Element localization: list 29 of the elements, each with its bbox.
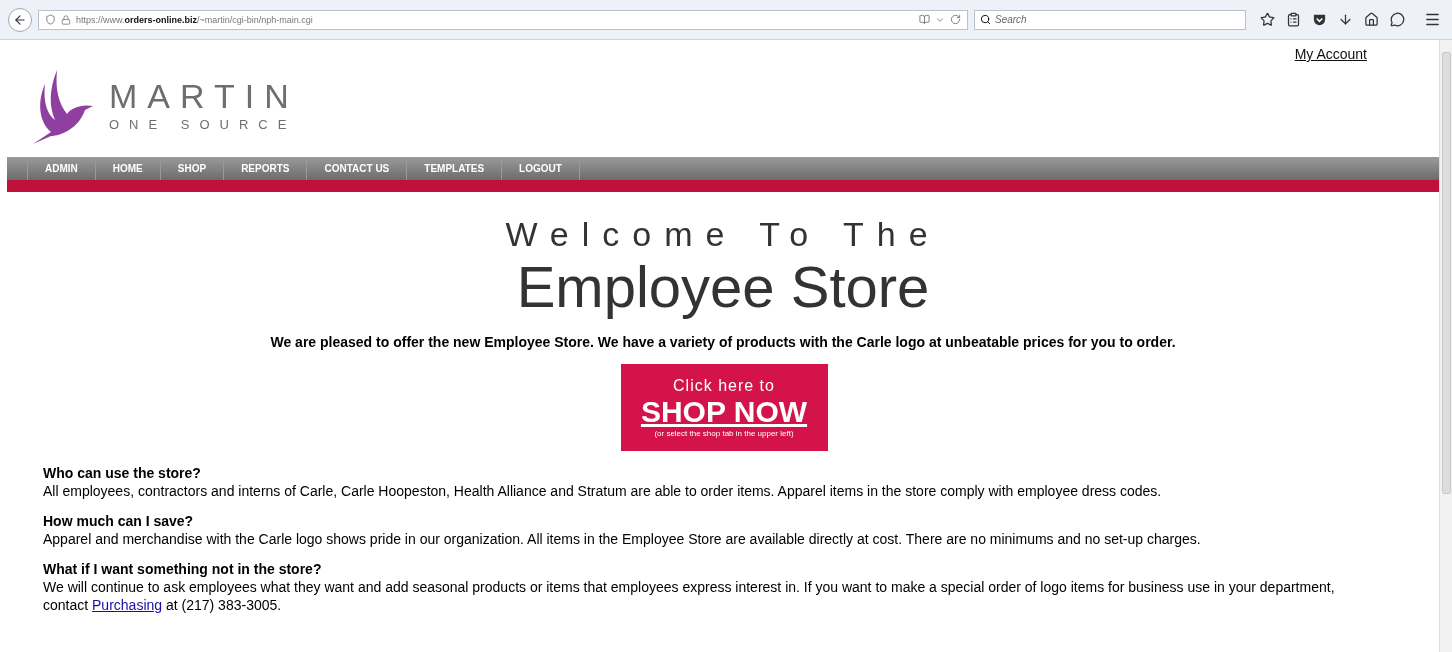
pocket-icon[interactable] (1312, 12, 1327, 27)
logo-name: MARTIN (109, 77, 299, 115)
home-icon[interactable] (1364, 12, 1379, 27)
search-icon (980, 13, 991, 25)
lock-icon (61, 14, 71, 25)
bookmark-star-icon[interactable] (1260, 12, 1275, 27)
shield-icon (45, 14, 56, 25)
faq-answer: All employees, contractors and interns of Carle, Carle Hoopeston, Health Alliance and Stratum are able to order items. Apparel items in the store comply with employee dress codes. (43, 482, 1163, 500)
clipboard-icon[interactable] (1286, 12, 1301, 27)
faq-question: Who can use the store? (43, 465, 202, 482)
intro-text: We are pleased to offer the new Employee Store. We have a variety of products with the Carle logo at unbeatable prices for you to order. (269, 334, 1177, 350)
shop-now-banner[interactable]: Click here to SHOP NOW (or select the shop tab in the upper left) (620, 364, 828, 451)
my-account-link[interactable]: My Account (1294, 46, 1367, 63)
purchasing-link[interactable]: Purchasing (92, 597, 163, 613)
store-heading: Employee Store (516, 254, 930, 320)
logo-tagline: ONE SOURCE (109, 117, 298, 132)
download-icon[interactable] (1338, 12, 1353, 27)
reader-view-icon[interactable] (919, 14, 930, 25)
faq-answer: We will continue to ask employees what they want and add seasonal products or items that employees express interest in. If you want to make a special order of logo items for business use in your department, contact Purchasing at (217) 383-3005. (43, 578, 1336, 614)
reload-icon[interactable] (950, 14, 961, 25)
search-field[interactable]: Search (974, 9, 1246, 30)
faq-answer: Apparel and merchandise with the Carle logo shows pride in our organization. All items in the Employee Store are available directly at cost. There are no minimums and no set-up charges. (43, 530, 1202, 548)
welcome-heading: Welcome To The (505, 214, 941, 254)
faq-question: What if I want something not in the store? (43, 561, 323, 578)
back-button[interactable] (8, 7, 32, 32)
menu-icon[interactable] (1424, 11, 1441, 28)
faq-question: How much can I save? (43, 513, 195, 530)
chat-icon[interactable] (1390, 12, 1405, 27)
address-bar[interactable]: https://www.orders-online.biz/~martin/cgi-bin/nph-main.cgi (38, 9, 968, 30)
